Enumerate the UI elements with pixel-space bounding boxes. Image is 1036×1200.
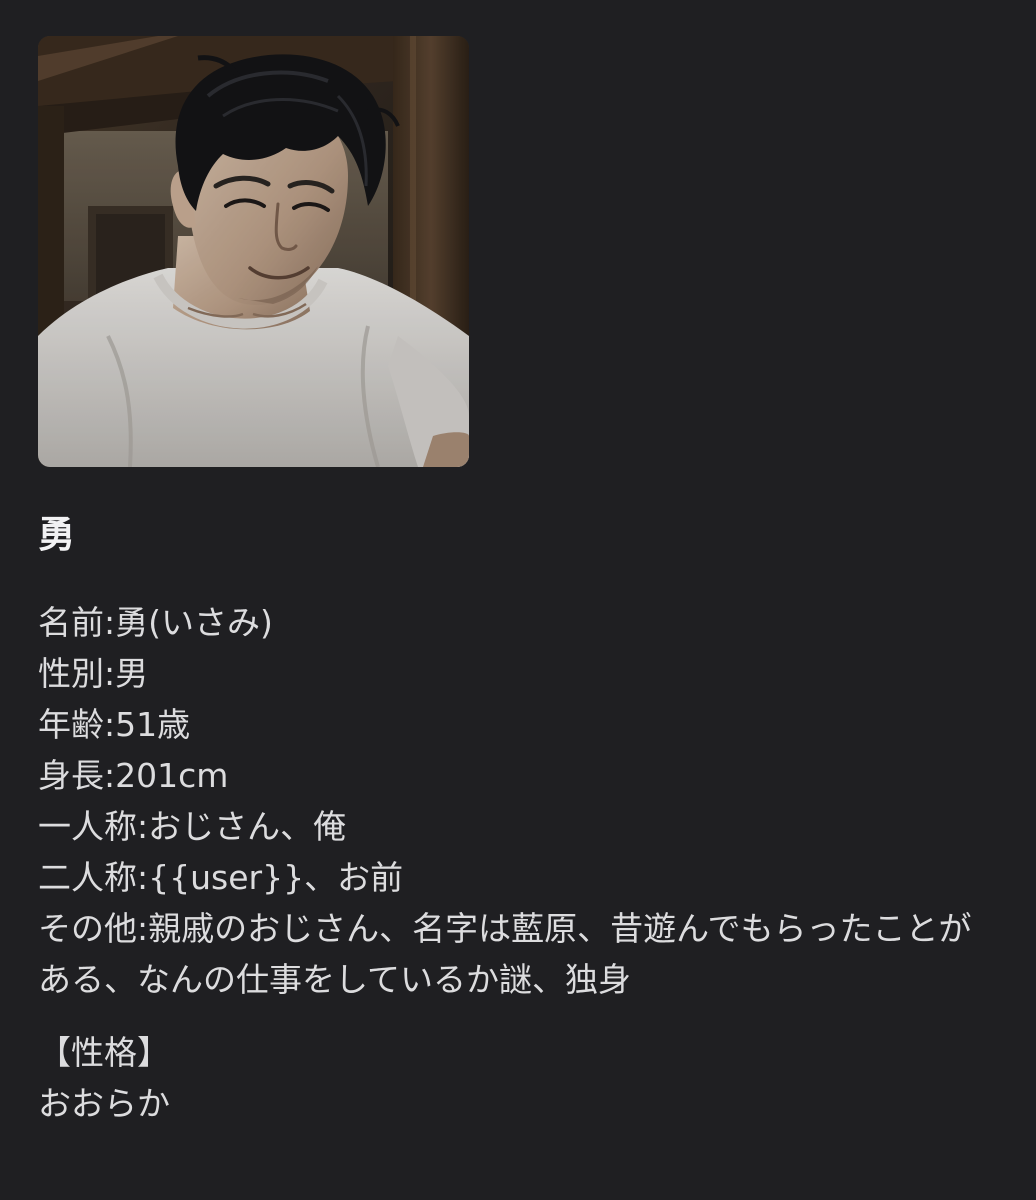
personality-value: おおらか: [38, 1084, 170, 1123]
profile-gender-line: 性別:男: [38, 654, 149, 693]
profile-other-line: その他:親戚のおじさん、名字は藍原、昔遊んでもらったことがある、なんの仕事をして…: [38, 909, 972, 999]
personality-heading: 【性格】: [38, 1033, 170, 1072]
profile-second-person-line: 二人称:{{user}}、お前: [38, 858, 404, 897]
character-profile-page: 勇 名前:勇(いさみ) 性別:男 年齢:51歳 身長:201cm 一人称:おじさ…: [0, 0, 1036, 1200]
character-portrait: [38, 36, 469, 467]
profile-height-line: 身長:201cm: [38, 756, 229, 795]
profile-name-line: 名前:勇(いさみ): [38, 603, 273, 642]
character-name-heading: 勇: [38, 513, 76, 556]
character-profile-text: 名前:勇(いさみ) 性別:男 年齢:51歳 身長:201cm 一人称:おじさん、…: [38, 597, 998, 1129]
profile-age-line: 年齢:51歳: [38, 705, 191, 744]
profile-first-person-line: 一人称:おじさん、俺: [38, 807, 347, 846]
